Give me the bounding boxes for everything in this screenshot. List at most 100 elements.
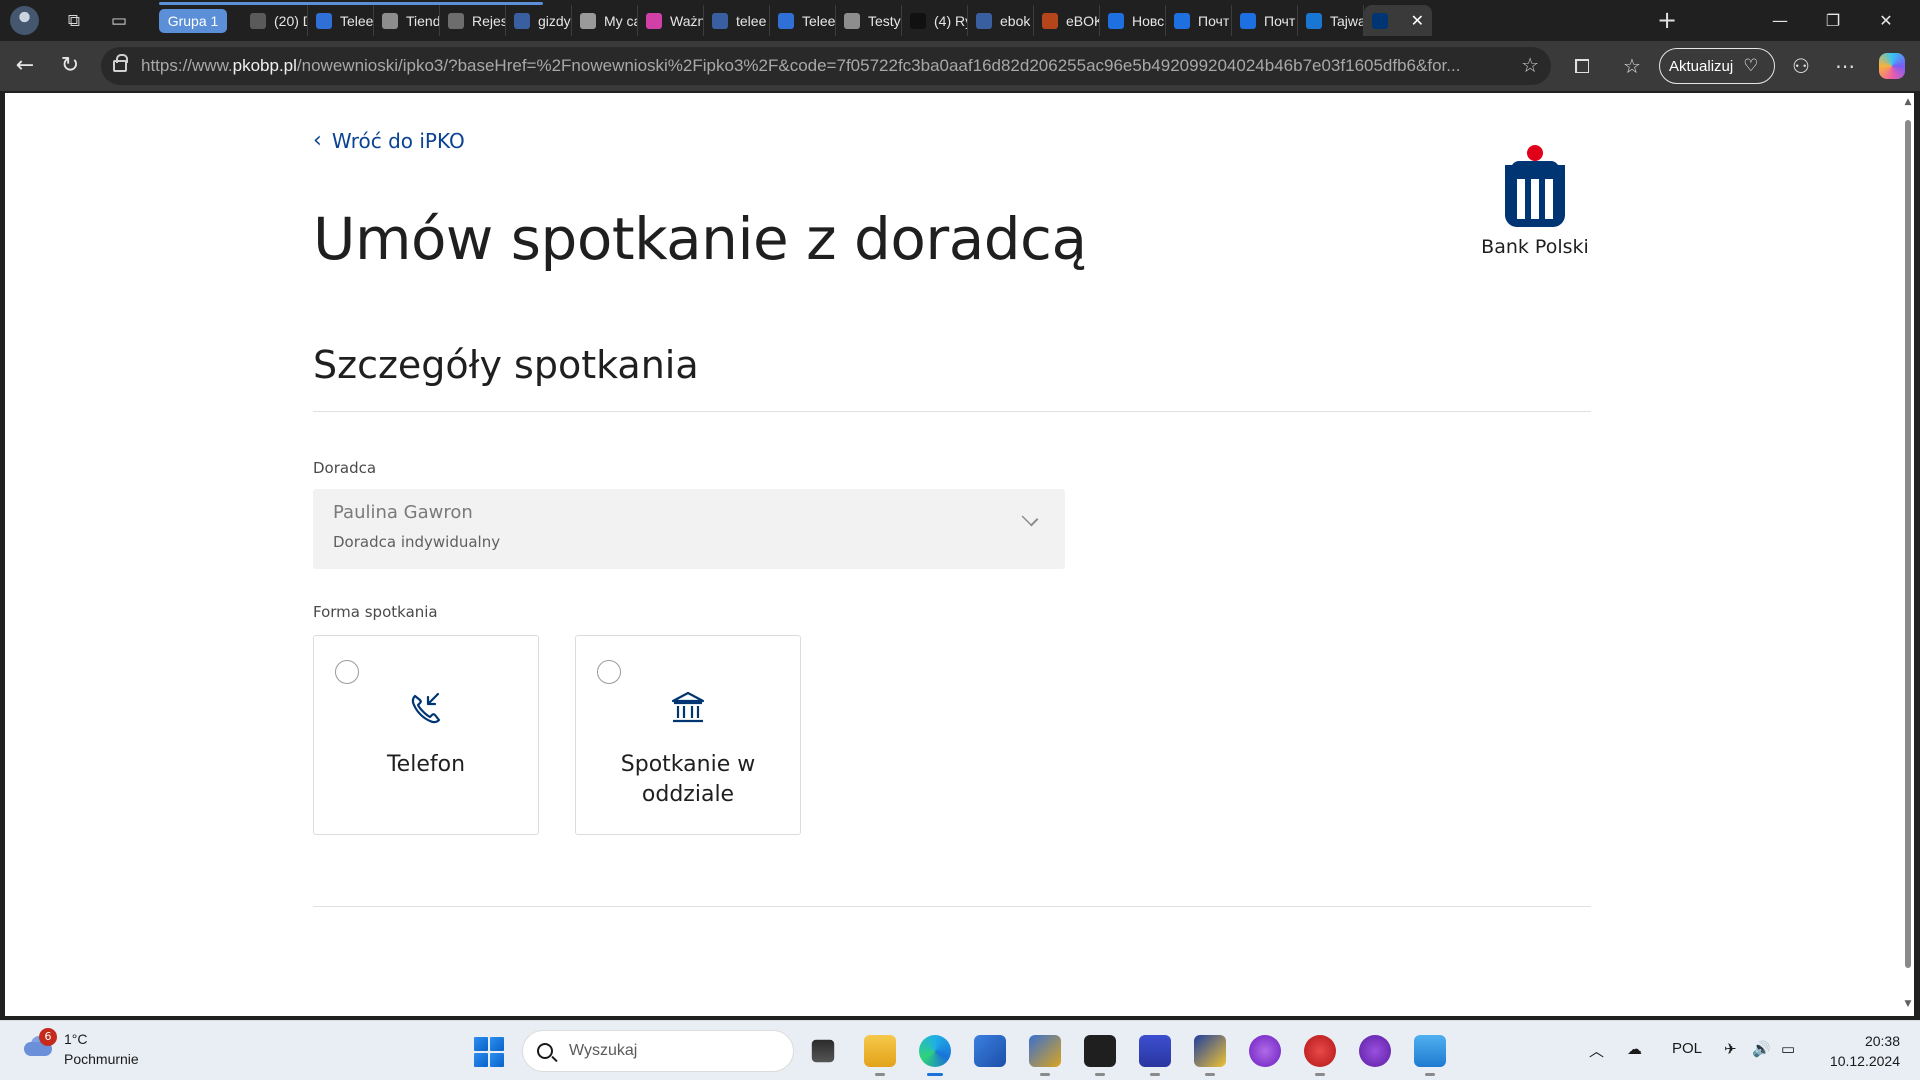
tab-title: Testy: [868, 12, 901, 29]
close-tab-icon[interactable]: ✕: [1411, 11, 1424, 31]
back-button[interactable]: ←: [10, 51, 40, 81]
browser-tab[interactable]: Почт: [1166, 5, 1232, 36]
volume-icon[interactable]: 🔊: [1752, 1040, 1771, 1058]
taskbar-clock[interactable]: 20:38 10.12.2024: [1822, 1031, 1900, 1071]
clock-date: 10.12.2024: [1829, 1053, 1900, 1069]
close-window-button[interactable]: ✕: [1866, 6, 1906, 36]
weather-condition[interactable]: Pochmurnie: [64, 1051, 139, 1067]
connections-icon[interactable]: ⚇: [1788, 53, 1814, 79]
task-view-icon[interactable]: [811, 1039, 835, 1063]
browser-tab[interactable]: (4) Ry: [902, 5, 968, 36]
save-app-icon[interactable]: [1139, 1035, 1171, 1076]
tab-title: telee: [736, 12, 767, 29]
bank-building-icon: [576, 688, 800, 732]
option-card-branch[interactable]: Spotkanie w oddziale: [575, 635, 801, 835]
copilot-icon[interactable]: [1879, 53, 1905, 79]
back-to-ipko-link[interactable]: ‹ Wróć do iPKO: [313, 128, 465, 153]
weather-temperature[interactable]: 1°C: [64, 1031, 88, 1047]
radio-branch[interactable]: [597, 660, 621, 684]
browser-toolbar: ← ↻ https://www.pkobp.pl/nowewnioski/ipk…: [0, 41, 1920, 91]
tab-title: Почт: [1198, 12, 1230, 29]
browser-tab[interactable]: Testy: [836, 5, 902, 36]
meeting-form-label: Forma spotkania: [313, 603, 438, 621]
onedrive-cloud-icon[interactable]: ☁: [1627, 1040, 1642, 1058]
favorites-icon[interactable]: ☆: [1619, 53, 1645, 79]
advisor-select[interactable]: Paulina Gawron Doradca indywidualny: [313, 489, 1065, 569]
restore-button[interactable]: ❐: [1813, 6, 1853, 36]
app-four-icon[interactable]: [1194, 1035, 1226, 1076]
red-app-icon[interactable]: [1304, 1035, 1336, 1076]
option-card-phone[interactable]: Telefon: [313, 635, 539, 835]
network-app-icon[interactable]: [1029, 1035, 1061, 1076]
browser-tab[interactable]: Tajwa: [1298, 5, 1364, 36]
bottom-divider: [313, 906, 1591, 907]
browser-tab[interactable]: ebok: [968, 5, 1034, 36]
browser-tab[interactable]: Rejes: [440, 5, 506, 36]
url-text[interactable]: https://www.pkobp.pl/nowewnioski/ipko3/?…: [141, 56, 1501, 76]
tab-favicon-icon: [580, 12, 596, 29]
browser-tab[interactable]: eBOK: [1034, 5, 1100, 36]
chevron-down-icon: [1021, 509, 1039, 527]
scroll-up-icon[interactable]: ▲: [1903, 97, 1913, 107]
browser-tab[interactable]: ✕: [1364, 5, 1432, 36]
tab-favicon-icon: [316, 12, 332, 29]
start-button[interactable]: [474, 1037, 504, 1067]
scroll-thumb[interactable]: [1905, 120, 1911, 968]
reload-button[interactable]: ↻: [55, 51, 85, 81]
tab-group-chip[interactable]: Grupa 1: [159, 9, 227, 33]
profile-avatar[interactable]: [10, 6, 39, 35]
page-scrollbar[interactable]: ▲ ▼: [1902, 93, 1914, 1016]
browser-tab[interactable]: Telee: [770, 5, 836, 36]
new-tab-button[interactable]: +: [1652, 5, 1682, 35]
tab-title: Rejes: [472, 12, 506, 29]
store-icon[interactable]: [974, 1035, 1006, 1067]
taskbar: 6 1°C Pochmurnie Wyszukaj ︿ ☁ POL ✈ 🔊 ▭ …: [0, 1020, 1920, 1080]
browser-tab[interactable]: Telee: [308, 5, 374, 36]
phone-incoming-icon: [314, 688, 538, 732]
browser-tab[interactable]: (20) D: [242, 5, 308, 36]
browser-tab[interactable]: gizdy: [506, 5, 572, 36]
logo-text: Bank Polski: [1481, 236, 1589, 258]
pko-logo[interactable]: Bank Polski: [1480, 145, 1590, 258]
workspaces-icon[interactable]: ⧉: [61, 8, 87, 34]
tab-favicon-icon: [448, 12, 464, 29]
browser-tab[interactable]: My ca: [572, 5, 638, 36]
tab-title: My ca: [604, 12, 638, 29]
radio-phone[interactable]: [335, 660, 359, 684]
tab-favicon-icon: [976, 12, 992, 29]
option-label-branch: Spotkanie w oddziale: [620, 752, 756, 807]
scroll-down-icon[interactable]: ▼: [1903, 999, 1913, 1009]
tab-actions-icon[interactable]: ▭: [106, 8, 132, 34]
page-title: Umów spotkanie z doradcą: [313, 205, 1087, 273]
notepad-icon[interactable]: [1414, 1035, 1446, 1076]
browser-tab[interactable]: Ważn: [638, 5, 704, 36]
more-options-icon[interactable]: ⋯: [1832, 53, 1858, 79]
search-icon: [537, 1043, 553, 1059]
battery-icon[interactable]: ▭: [1781, 1040, 1795, 1058]
airplane-icon[interactable]: ✈: [1724, 1040, 1737, 1058]
favorite-star-icon[interactable]: ☆: [1521, 53, 1539, 77]
tab-title: eBOK: [1066, 12, 1100, 29]
file-explorer-icon[interactable]: [864, 1035, 896, 1076]
github-icon[interactable]: [1359, 1035, 1391, 1067]
tor-browser-icon[interactable]: [1249, 1035, 1281, 1067]
taskbar-search[interactable]: Wyszukaj: [522, 1030, 794, 1072]
tab-favicon-icon: [1042, 12, 1058, 29]
update-button[interactable]: Aktualizuj ♡: [1659, 48, 1775, 84]
terminal-icon[interactable]: [1084, 1035, 1116, 1076]
browser-tab[interactable]: telee: [704, 5, 770, 36]
extensions-icon[interactable]: ⧠: [1569, 53, 1595, 79]
language-indicator[interactable]: POL: [1672, 1040, 1702, 1057]
minimize-button[interactable]: —: [1760, 6, 1800, 36]
tab-favicon-icon: [646, 12, 662, 29]
edge-browser-icon[interactable]: [919, 1035, 951, 1076]
address-bar[interactable]: https://www.pkobp.pl/nowewnioski/ipko3/?…: [101, 47, 1551, 85]
tab-title: Ważn: [670, 12, 704, 29]
browser-tab[interactable]: Новс: [1100, 5, 1166, 36]
browser-tab[interactable]: Почт: [1232, 5, 1298, 36]
lock-icon: [113, 54, 128, 72]
tray-chevron-up-icon[interactable]: ︿: [1589, 1040, 1604, 1061]
browser-tab[interactable]: Tiend: [374, 5, 440, 36]
tab-strip: ⧉ ▭ Grupa 1 (20) D Telee Tiend Rejes gizdy My…: [0, 0, 1920, 41]
tab-favicon-icon: [1174, 12, 1190, 29]
